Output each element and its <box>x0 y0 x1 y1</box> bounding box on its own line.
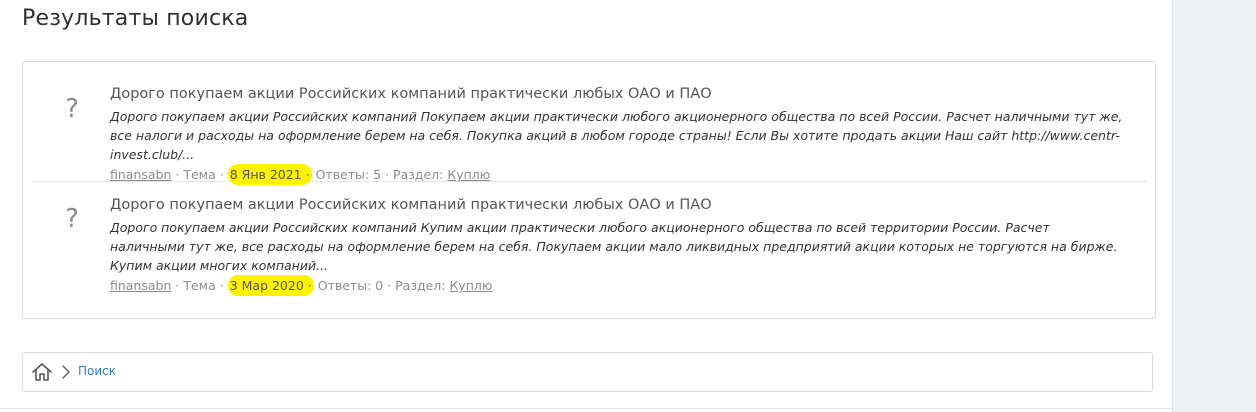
search-result-item: ? Дорого покупаем акции Российских компа… <box>32 182 1147 318</box>
result-date: 3 Мар 2020 · <box>227 275 314 296</box>
forum-section-link[interactable]: Куплю <box>447 167 490 182</box>
home-icon[interactable] <box>31 362 53 382</box>
search-result-title-link[interactable]: Дорого покупаем акции Российских компани… <box>110 84 1147 104</box>
author-link[interactable]: finansabn <box>110 278 171 293</box>
search-result-body: Дорого покупаем акции Российских компани… <box>110 84 1147 185</box>
page-container: Результаты поиска ? Дорого покупаем акци… <box>0 0 1173 412</box>
author-link[interactable]: finansabn <box>110 167 171 182</box>
question-mark-icon: ? <box>65 94 79 124</box>
replies-and-section-label: Ответы: 0 · Раздел: <box>317 278 446 293</box>
question-mark-icon: ? <box>65 204 79 234</box>
footer-divider <box>0 408 1172 409</box>
search-results-list: ? Дорого покупаем акции Российских компа… <box>22 61 1156 319</box>
search-result-item: ? Дорого покупаем акции Российских компа… <box>32 62 1147 185</box>
right-gutter <box>1173 0 1256 412</box>
content-type-label: · Тема · <box>175 278 224 293</box>
search-result-title-link[interactable]: Дорого покупаем акции Российских компани… <box>110 195 1147 215</box>
replies-and-section-label: Ответы: 5 · Раздел: <box>315 167 444 182</box>
breadcrumb-link-search[interactable]: Поиск <box>78 364 116 378</box>
search-result-meta: finansabn · Тема · 3 Мар 2020 · Ответы: … <box>110 275 1147 296</box>
page-title: Результаты поиска <box>22 6 249 31</box>
content-type-label: · Тема · <box>175 167 224 182</box>
chevron-right-icon <box>62 365 70 379</box>
search-result-snippet: Дорого покупаем акции Российских компани… <box>110 220 1118 273</box>
search-result-body: Дорого покупаем акции Российских компани… <box>110 195 1147 296</box>
forum-section-link[interactable]: Куплю <box>449 278 492 293</box>
search-result-snippet: Дорого покупаем акции Российских компани… <box>110 109 1123 162</box>
breadcrumb: Поиск <box>22 352 1153 392</box>
